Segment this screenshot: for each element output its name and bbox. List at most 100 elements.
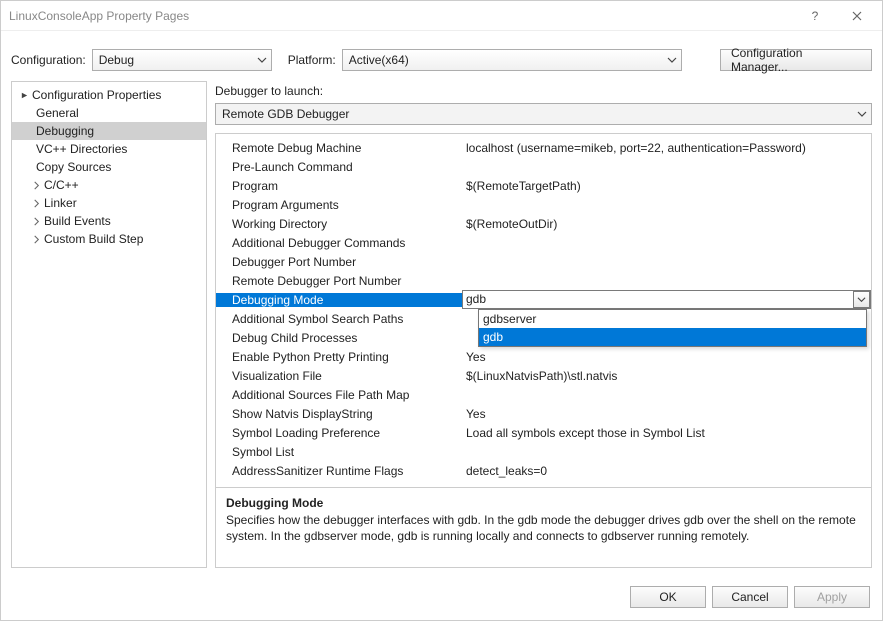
property-label: Symbol Loading Preference [216, 426, 462, 440]
platform-value: Active(x64) [349, 53, 409, 67]
apply-button[interactable]: Apply [794, 586, 870, 608]
description-title: Debugging Mode [226, 496, 861, 510]
tree-item-build-events[interactable]: Build Events [12, 212, 206, 230]
property-row[interactable]: Enable Python Pretty PrintingYes [216, 347, 871, 366]
window-buttons: ? [798, 5, 874, 27]
tree-item-debugging[interactable]: Debugging [12, 122, 206, 140]
property-value[interactable]: $(LinuxNatvisPath)\stl.natvis [462, 369, 871, 383]
configuration-manager-button[interactable]: Configuration Manager... [720, 49, 872, 71]
property-row[interactable]: Working Directory$(RemoteOutDir) [216, 214, 871, 233]
dialog-buttons: OK Cancel Apply [1, 576, 882, 620]
tree-item-label: Build Events [44, 214, 111, 228]
configuration-label: Configuration: [11, 53, 86, 67]
configuration-value: Debug [99, 53, 134, 67]
property-row[interactable]: Visualization File$(LinuxNatvisPath)\stl… [216, 366, 871, 385]
property-row[interactable]: Pre-Launch Command [216, 157, 871, 176]
property-row[interactable]: Program Arguments [216, 195, 871, 214]
platform-combo[interactable]: Active(x64) [342, 49, 682, 71]
tree-item-label: Linker [44, 196, 77, 210]
property-value[interactable]: detect_leaks=0 [462, 464, 871, 478]
chevron-down-icon [857, 108, 867, 122]
property-row[interactable]: Program$(RemoteTargetPath) [216, 176, 871, 195]
tree-item-label: Custom Build Step [44, 232, 143, 246]
caret-right-icon [30, 235, 42, 244]
property-label: Show Natvis DisplayString [216, 407, 462, 421]
ok-button[interactable]: OK [630, 586, 706, 608]
property-value[interactable]: gdb [462, 290, 871, 309]
config-row: Configuration: Debug Platform: Active(x6… [1, 31, 882, 81]
configuration-combo[interactable]: Debug [92, 49, 272, 71]
dropdown-button[interactable] [853, 291, 870, 308]
property-label: Remote Debugger Port Number [216, 274, 462, 288]
titlebar: LinuxConsoleApp Property Pages ? [1, 1, 882, 31]
property-value[interactable]: Load all symbols except those in Symbol … [462, 426, 871, 440]
tree-item-label: General [36, 106, 79, 120]
tree-item-linker[interactable]: Linker [12, 194, 206, 212]
description-panel: Debugging Mode Specifies how the debugge… [216, 487, 871, 567]
property-value[interactable]: Yes [462, 350, 871, 364]
property-label: Program Arguments [216, 198, 462, 212]
property-label: Program [216, 179, 462, 193]
tree-item-label: C/C++ [44, 178, 79, 192]
property-label: Additional Sources File Path Map [216, 388, 462, 402]
tree-item-vc-directories[interactable]: VC++ Directories [12, 140, 206, 158]
dropdown-option[interactable]: gdbserver [479, 310, 866, 328]
property-value[interactable]: localhost (username=mikeb, port=22, auth… [462, 141, 871, 155]
property-label: Visualization File [216, 369, 462, 383]
property-row[interactable]: Remote Debugger Port Number [216, 271, 871, 290]
tree-item-c-c-[interactable]: C/C++ [12, 176, 206, 194]
property-label: Symbol List [216, 445, 462, 459]
help-icon[interactable]: ? [798, 5, 832, 27]
chevron-down-icon [257, 54, 267, 68]
debugger-launch-label: Debugger to launch: [215, 81, 872, 99]
tree-panel: Configuration Properties General Debuggin… [11, 81, 207, 568]
main-area: Configuration Properties General Debuggin… [1, 81, 882, 576]
right-panel: Debugger to launch: Remote GDB Debugger … [215, 81, 872, 568]
property-row[interactable]: Debugging Modegdb [216, 290, 871, 309]
tree-root[interactable]: Configuration Properties [12, 86, 206, 104]
caret-right-icon [30, 199, 42, 208]
debugger-launch-value: Remote GDB Debugger [222, 107, 349, 121]
tree-item-label: VC++ Directories [36, 142, 127, 156]
description-text: Specifies how the debugger interfaces wi… [226, 512, 861, 544]
property-label: Additional Debugger Commands [216, 236, 462, 250]
property-pages-window: LinuxConsoleApp Property Pages ? Configu… [0, 0, 883, 621]
caret-down-icon [18, 91, 30, 100]
property-row[interactable]: Debugger Port Number [216, 252, 871, 271]
caret-right-icon [30, 217, 42, 226]
property-row[interactable]: Remote Debug Machinelocalhost (username=… [216, 138, 871, 157]
tree-item-general[interactable]: General [12, 104, 206, 122]
property-label: Enable Python Pretty Printing [216, 350, 462, 364]
tree-item-custom-build-step[interactable]: Custom Build Step [12, 230, 206, 248]
property-row[interactable]: Additional Debugger Commands [216, 233, 871, 252]
property-row[interactable]: Symbol List [216, 442, 871, 461]
property-label: Additional Symbol Search Paths [216, 312, 462, 326]
debugger-launch-combo[interactable]: Remote GDB Debugger [215, 103, 872, 125]
dropdown-option[interactable]: gdb [479, 328, 866, 346]
dropdown-list[interactable]: gdbservergdb [478, 309, 867, 347]
caret-right-icon [30, 181, 42, 190]
property-value[interactable]: $(RemoteTargetPath) [462, 179, 871, 193]
property-value[interactable]: Yes [462, 407, 871, 421]
tree-item-copy-sources[interactable]: Copy Sources [12, 158, 206, 176]
tree-item-label: Copy Sources [36, 160, 111, 174]
tree-item-label: Debugging [36, 124, 94, 138]
cancel-button[interactable]: Cancel [712, 586, 788, 608]
property-label: Remote Debug Machine [216, 141, 462, 155]
property-row[interactable]: AddressSanitizer Runtime Flagsdetect_lea… [216, 461, 871, 480]
property-grid-body: Remote Debug Machinelocalhost (username=… [216, 134, 871, 487]
property-label: Debugging Mode [216, 293, 462, 307]
close-icon[interactable] [840, 5, 874, 27]
platform-label: Platform: [288, 53, 336, 67]
chevron-down-icon [667, 54, 677, 68]
property-label: Pre-Launch Command [216, 160, 462, 174]
property-value[interactable]: $(RemoteOutDir) [462, 217, 871, 231]
property-label: Debugger Port Number [216, 255, 462, 269]
window-title: LinuxConsoleApp Property Pages [9, 9, 798, 23]
property-label: Debug Child Processes [216, 331, 462, 345]
property-row[interactable]: Show Natvis DisplayStringYes [216, 404, 871, 423]
property-row[interactable]: Additional Sources File Path Map [216, 385, 871, 404]
property-row[interactable]: Symbol Loading PreferenceLoad all symbol… [216, 423, 871, 442]
property-grid: Remote Debug Machinelocalhost (username=… [215, 133, 872, 568]
property-label: AddressSanitizer Runtime Flags [216, 464, 462, 478]
